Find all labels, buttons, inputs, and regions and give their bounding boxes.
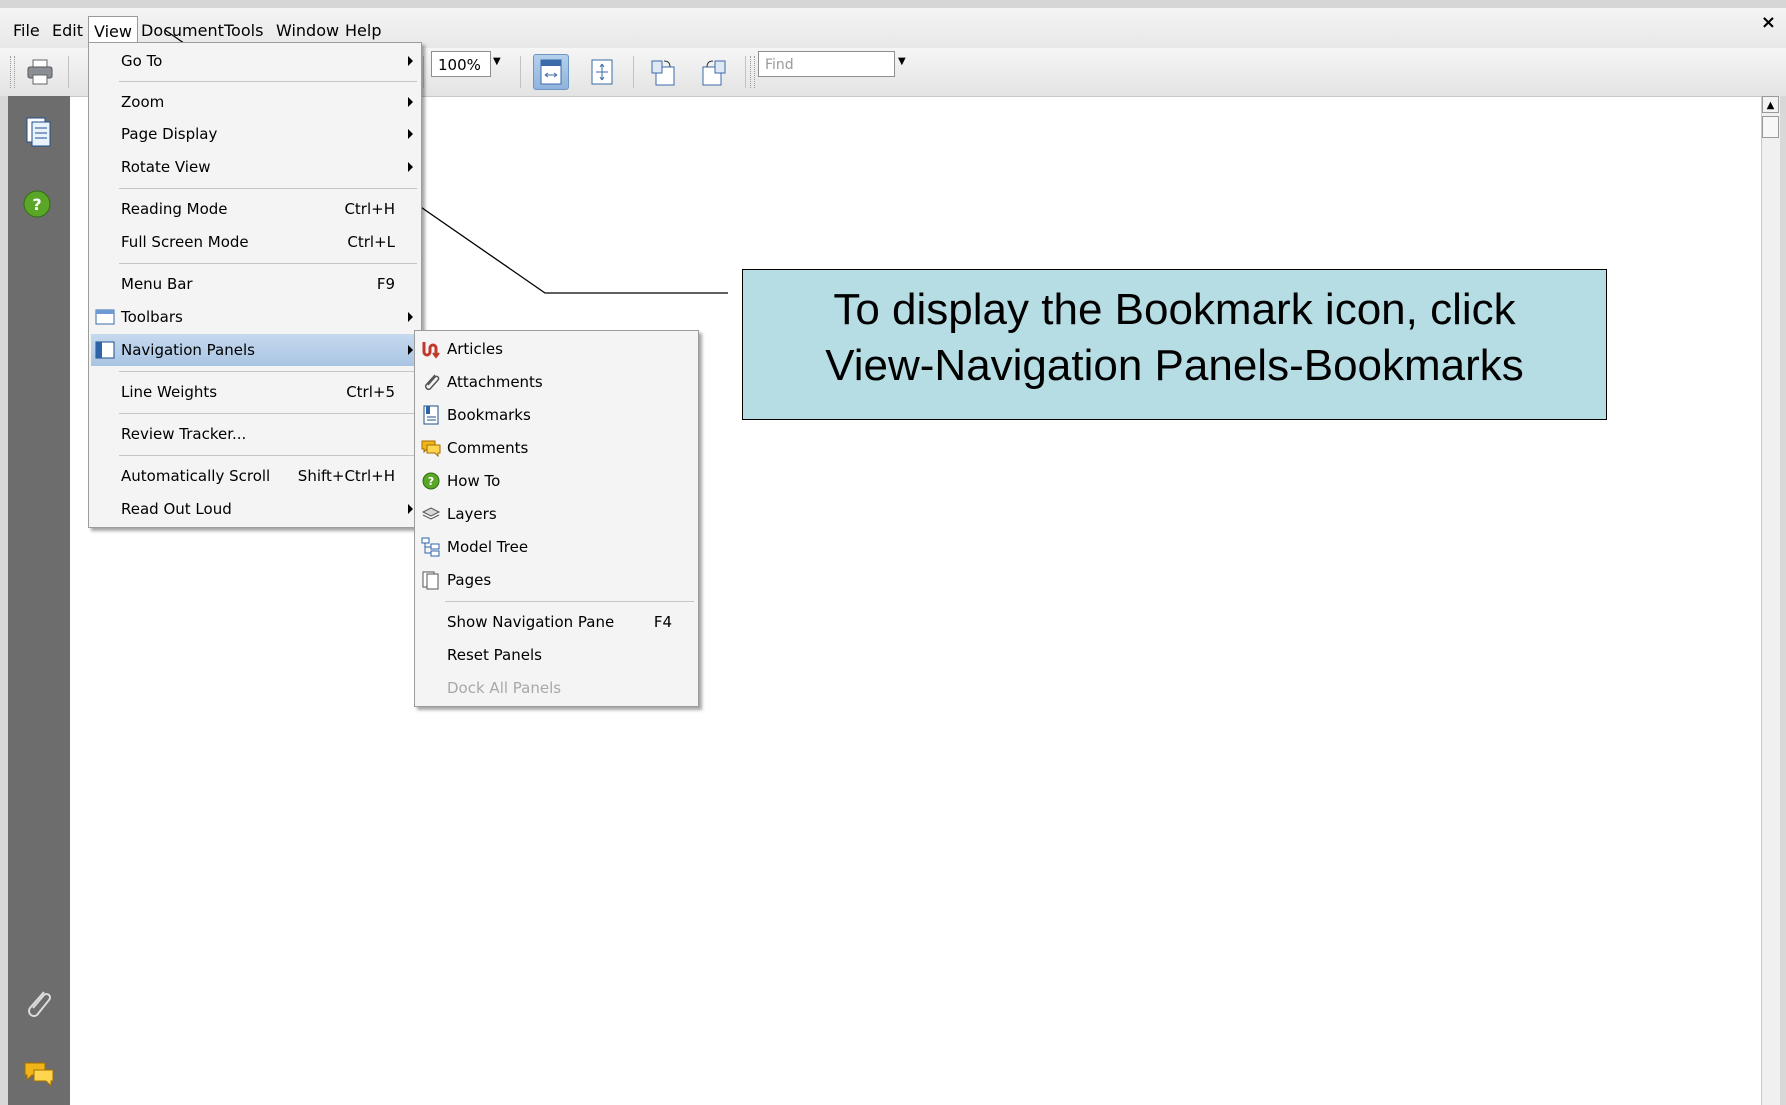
submenu-arrow-icon [408, 345, 413, 355]
menu-item-read-out-loud[interactable]: Read Out Loud [91, 493, 419, 525]
submenu-item-model-tree[interactable]: Model Tree [417, 531, 696, 563]
menu-separator [119, 413, 417, 414]
submenu-item-dock-all-panels: Dock All Panels [447, 679, 562, 697]
submenu-arrow-icon [408, 97, 413, 107]
menu-item-menu-bar[interactable]: Menu Bar F9 [91, 268, 419, 300]
pages-icon [422, 571, 439, 590]
menu-item-full-screen-mode[interactable]: Full Screen Mode Ctrl+L [91, 226, 419, 258]
view-menu: Go To Zoom Page Display Rotate View Read… [88, 42, 422, 528]
submenu-arrow-icon [408, 312, 413, 322]
menu-separator [119, 263, 417, 264]
submenu-item-attachments[interactable]: Attachments [417, 366, 696, 398]
articles-icon [422, 342, 440, 359]
submenu-arrow-icon [408, 129, 413, 139]
svg-text:?: ? [428, 475, 434, 488]
submenu-item-how-to[interactable]: ? How To [417, 465, 696, 497]
submenu-arrow-icon [408, 504, 413, 514]
layers-icon [421, 507, 441, 520]
submenu-arrow-icon [408, 56, 413, 66]
menu-item-go-to[interactable]: Go To [91, 45, 419, 77]
menu-item-rotate-view[interactable]: Rotate View [91, 151, 419, 183]
model-tree-icon [421, 537, 440, 557]
comment-icon [421, 440, 441, 458]
menu-item-zoom[interactable]: Zoom [91, 86, 419, 118]
instruction-callout: To display the Bookmark icon, click View… [742, 269, 1607, 420]
submenu-item-layers[interactable]: Layers [417, 498, 696, 530]
submenu-item-pages[interactable]: Pages [417, 564, 696, 596]
menu-item-automatically-scroll[interactable]: Automatically Scroll Shift+Ctrl+H [91, 460, 419, 492]
menu-separator [119, 81, 417, 82]
menu-item-navigation-panels[interactable]: Navigation Panels [91, 334, 419, 366]
menu-separator [119, 188, 417, 189]
submenu-item-reset-panels[interactable]: Reset Panels [417, 639, 696, 671]
bookmark-icon [423, 405, 439, 425]
toolbars-icon [95, 309, 115, 325]
submenu-arrow-icon [408, 162, 413, 172]
submenu-item-show-navigation-pane[interactable]: Show Navigation Pane F4 [417, 606, 696, 638]
submenu-item-comments[interactable]: Comments [417, 432, 696, 464]
help-icon: ? [422, 472, 440, 490]
paperclip-icon [424, 374, 440, 391]
submenu-item-articles[interactable]: Articles [417, 333, 696, 365]
menu-item-review-tracker[interactable]: Review Tracker... [91, 418, 419, 450]
navigation-panels-icon [95, 341, 115, 359]
submenu-item-bookmarks[interactable]: Bookmarks [417, 399, 696, 431]
callout-line-2: View-Navigation Panels-Bookmarks [825, 341, 1524, 390]
menu-separator [119, 371, 417, 372]
menu-item-toolbars[interactable]: Toolbars [91, 301, 419, 333]
menu-item-line-weights[interactable]: Line Weights Ctrl+5 [91, 376, 419, 408]
menu-separator [119, 455, 417, 456]
menu-separator [445, 601, 694, 602]
callout-line-1: To display the Bookmark icon, click [833, 285, 1516, 334]
menu-item-reading-mode[interactable]: Reading Mode Ctrl+H [91, 193, 419, 225]
menu-item-page-display[interactable]: Page Display [91, 118, 419, 150]
navigation-panels-submenu: Articles Attachments Bookmarks Comments … [414, 330, 699, 707]
